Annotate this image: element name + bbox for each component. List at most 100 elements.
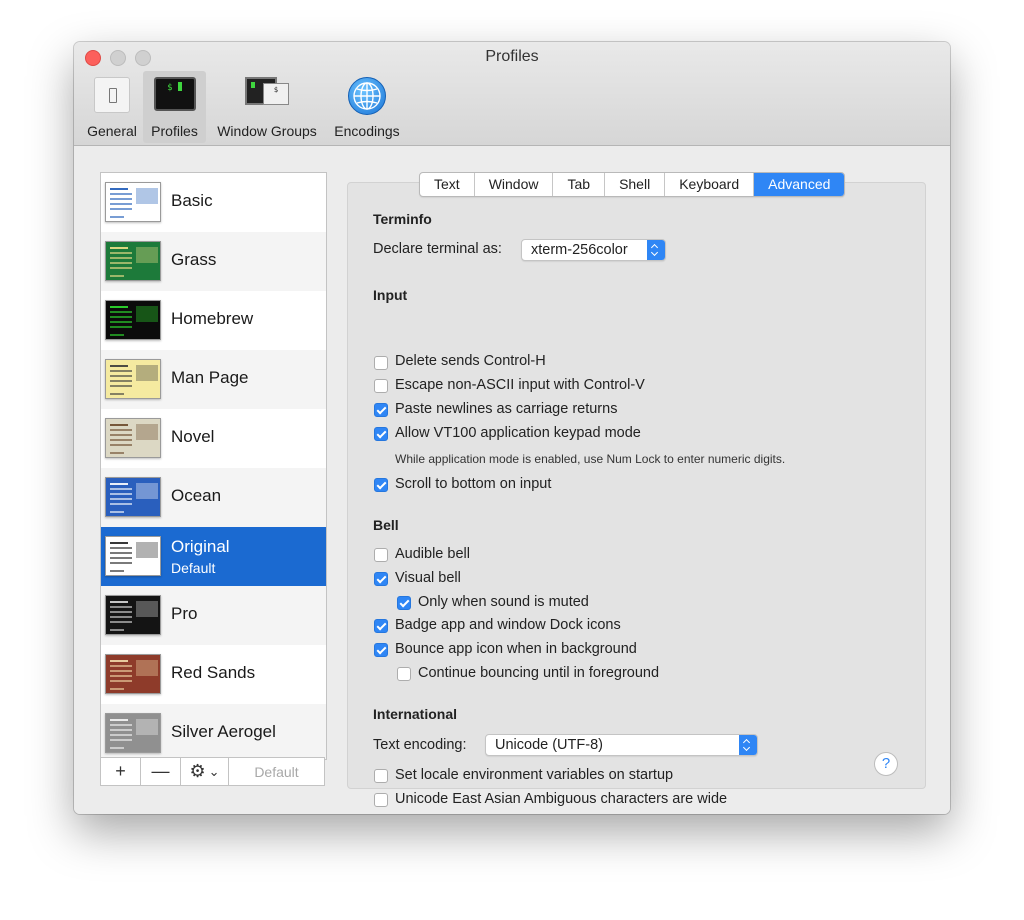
profile-default-label: Default <box>171 560 216 576</box>
only-when-muted-checkbox[interactable] <box>397 596 411 610</box>
profile-name: Ocean <box>171 486 222 505</box>
delete-sends-control-h-checkbox[interactable] <box>374 356 388 370</box>
keypad-note: While application mode is enabled, use N… <box>395 452 786 466</box>
scroll-to-bottom-label[interactable]: Scroll to bottom on input <box>395 476 551 492</box>
profile-thumbnail <box>105 241 161 281</box>
toolbar-profiles-label: Profiles <box>151 123 198 139</box>
preferences-window: Profiles General $ Profiles $ Window Gro… <box>74 42 950 814</box>
profile-row[interactable]: Man Page <box>101 350 326 409</box>
profile-row[interactable]: Silver Aerogel <box>101 704 326 759</box>
profile-thumbnail <box>105 359 161 399</box>
continue-bouncing-checkbox[interactable] <box>397 667 411 681</box>
terminfo-heading: Terminfo <box>373 211 432 227</box>
terminal-icon: $ <box>153 77 196 111</box>
profile-actions-menu[interactable]: ⚙ ⌄ <box>181 758 229 785</box>
profile-thumbnail <box>105 477 161 517</box>
badge-dock-icons-checkbox[interactable] <box>374 619 388 633</box>
window-groups-icon: $ <box>245 77 289 111</box>
select-arrows-icon <box>739 735 757 755</box>
profile-name: Red Sands <box>171 663 256 682</box>
east-asian-wide-label[interactable]: Unicode East Asian Ambiguous characters … <box>395 791 727 807</box>
profile-row[interactable]: Homebrew <box>101 291 326 350</box>
tab-text[interactable]: Text <box>420 173 475 196</box>
audible-bell-label[interactable]: Audible bell <box>395 546 470 562</box>
profile-name: Basic <box>171 191 213 210</box>
toolbar-window-groups[interactable]: $ Window Groups <box>210 71 324 143</box>
tab-window[interactable]: Window <box>475 173 554 196</box>
input-heading: Input <box>373 287 408 303</box>
profile-name: Pro <box>171 604 198 623</box>
add-profile-button[interactable]: + <box>101 758 141 785</box>
toolbar-encodings[interactable]: Encodings <box>328 71 406 143</box>
audible-bell-checkbox[interactable] <box>374 548 388 562</box>
profile-name: Homebrew <box>171 309 254 328</box>
profile-thumbnail <box>105 595 161 635</box>
profile-thumbnail <box>105 418 161 458</box>
tab-keyboard[interactable]: Keyboard <box>665 173 755 196</box>
profile-thumbnail <box>105 713 161 753</box>
profile-thumbnail <box>105 654 161 694</box>
terminal-icon-prompt: $ <box>167 83 173 93</box>
set-locale-label[interactable]: Set locale environment variables on star… <box>395 767 673 783</box>
profile-thumbnail <box>105 300 161 340</box>
declare-terminal-label: Declare terminal as: <box>373 241 502 257</box>
profile-row[interactable]: Ocean <box>101 468 326 527</box>
tab-tab[interactable]: Tab <box>553 173 606 196</box>
scroll-to-bottom-checkbox[interactable] <box>374 478 388 492</box>
profile-thumbnail <box>105 536 161 576</box>
paste-newlines-label[interactable]: Paste newlines as carriage returns <box>395 401 617 417</box>
bounce-app-icon-label[interactable]: Bounce app icon when in background <box>395 641 637 657</box>
toolbar-general-label: General <box>87 123 137 139</box>
badge-dock-icons-label[interactable]: Badge app and window Dock icons <box>395 617 621 633</box>
text-encoding-value: Unicode (UTF-8) <box>495 737 603 753</box>
declare-terminal-select[interactable]: xterm-256color <box>521 239 666 261</box>
gear-icon: ⚙ <box>189 761 206 781</box>
profile-name: Man Page <box>171 368 249 387</box>
help-button[interactable]: ? <box>874 752 898 776</box>
vt100-keypad-checkbox[interactable] <box>374 427 388 441</box>
profile-name: Novel <box>171 427 215 446</box>
set-locale-checkbox[interactable] <box>374 769 388 783</box>
toolbar-profiles[interactable]: $ Profiles <box>143 71 206 143</box>
tab-shell[interactable]: Shell <box>605 173 666 196</box>
visual-bell-checkbox[interactable] <box>374 572 388 586</box>
window-title: Profiles <box>485 48 539 65</box>
chevron-down-icon: ⌄ <box>208 763 220 779</box>
profile-row[interactable]: Novel <box>101 409 326 468</box>
default-button[interactable]: Default <box>229 758 324 785</box>
visual-bell-label[interactable]: Visual bell <box>395 570 461 586</box>
window-groups-icon-prompt: $ <box>273 86 279 94</box>
profile-row[interactable]: Grass <box>101 232 326 291</box>
settings-tabs: Text Window Tab Shell Keyboard Advanced <box>419 172 846 197</box>
paste-newlines-checkbox[interactable] <box>374 403 388 417</box>
profile-row[interactable]: Basic <box>101 173 326 232</box>
profile-row[interactable]: Red Sands <box>101 645 326 704</box>
toolbar-encodings-label: Encodings <box>334 123 400 139</box>
general-icon <box>94 77 130 113</box>
profile-name: Silver Aerogel <box>171 722 276 741</box>
toolbar-general[interactable]: General <box>82 71 142 143</box>
profile-list[interactable]: Basic Grass Homebrew Man Page Novel Ocean Orig… <box>100 172 327 760</box>
profile-name: Original <box>171 537 230 556</box>
tab-advanced[interactable]: Advanced <box>754 173 845 196</box>
delete-sends-control-h-label[interactable]: Delete sends Control-H <box>395 353 546 369</box>
profile-row[interactable]: Original Default <box>101 527 326 586</box>
profile-row[interactable]: Pro <box>101 586 326 645</box>
east-asian-wide-checkbox[interactable] <box>374 793 388 807</box>
text-encoding-select[interactable]: Unicode (UTF-8) <box>485 734 758 756</box>
escape-non-ascii-checkbox[interactable] <box>374 379 388 393</box>
profile-thumbnail <box>105 182 161 222</box>
escape-non-ascii-label[interactable]: Escape non-ASCII input with Control-V <box>395 377 645 393</box>
bell-heading: Bell <box>373 517 399 533</box>
profile-name: Grass <box>171 250 217 269</box>
bounce-app-icon-checkbox[interactable] <box>374 643 388 657</box>
only-when-muted-label[interactable]: Only when sound is muted <box>418 594 589 610</box>
continue-bouncing-label[interactable]: Continue bouncing until in foreground <box>418 665 659 681</box>
declare-terminal-value: xterm-256color <box>531 242 628 258</box>
select-arrows-icon <box>647 240 665 260</box>
vt100-keypad-label[interactable]: Allow VT100 application keypad mode <box>395 425 641 441</box>
international-heading: International <box>373 706 458 722</box>
remove-profile-button[interactable]: — <box>141 758 181 785</box>
window-toolbar: Profiles General $ Profiles $ Window Gro… <box>74 42 950 146</box>
profile-list-toolbar: + — ⚙ ⌄ Default <box>100 757 325 786</box>
